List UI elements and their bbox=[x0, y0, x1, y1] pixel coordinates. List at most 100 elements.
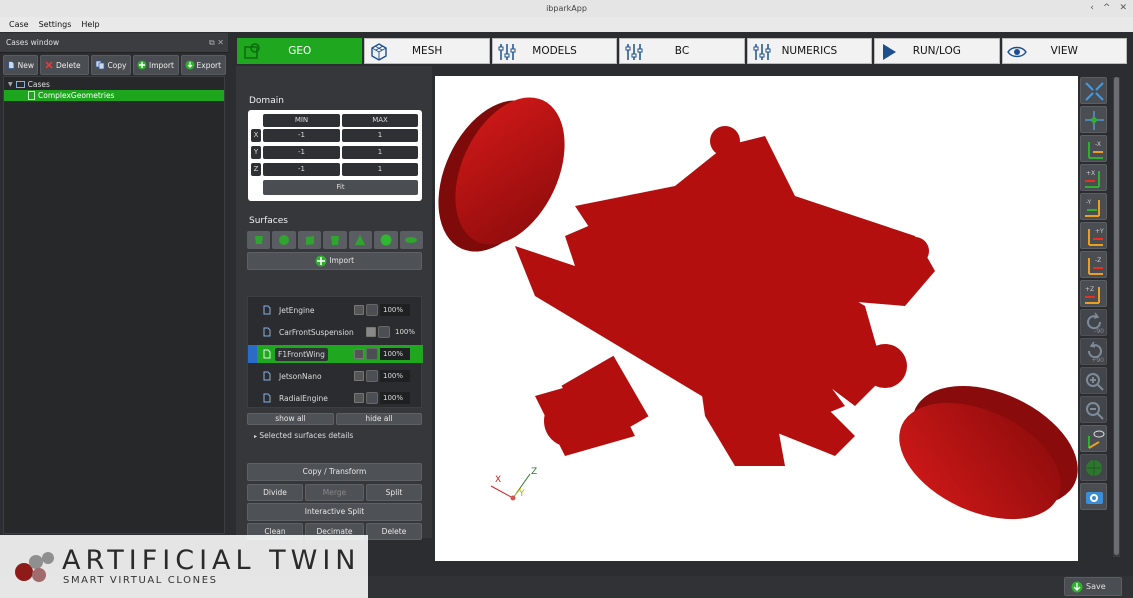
import-case-button[interactable]: Import bbox=[133, 55, 179, 75]
domain-max-x[interactable]: 1 bbox=[342, 129, 418, 142]
visibility-checkbox[interactable] bbox=[354, 393, 364, 403]
tab-view[interactable]: VIEW bbox=[1001, 38, 1127, 64]
selection-marker bbox=[248, 345, 257, 363]
tab-mesh[interactable]: MESH bbox=[364, 38, 490, 64]
menu-bar: Case Settings Help bbox=[0, 17, 1133, 32]
copy-transform-button[interactable]: Copy / Transform bbox=[247, 463, 422, 481]
color-swatch[interactable] bbox=[366, 304, 378, 316]
color-swatch[interactable] bbox=[366, 392, 378, 404]
menu-settings[interactable]: Settings bbox=[39, 17, 72, 32]
color-swatch[interactable] bbox=[378, 326, 390, 338]
opacity-input[interactable]: 100% bbox=[380, 304, 410, 316]
plus-icon bbox=[137, 60, 147, 70]
add-box-button[interactable] bbox=[297, 231, 322, 249]
minimize-button[interactable]: ‹ bbox=[1090, 0, 1094, 17]
view-minus-y-button[interactable]: -Y bbox=[1080, 193, 1107, 220]
split-button[interactable]: Split bbox=[366, 484, 422, 501]
add-disc-button[interactable] bbox=[272, 231, 296, 249]
new-file-icon bbox=[8, 61, 15, 69]
surface-row[interactable]: JetsonNano 100% bbox=[248, 367, 423, 385]
tab-numerics[interactable]: NUMERICS bbox=[746, 38, 873, 64]
zoom-out-button[interactable] bbox=[1080, 396, 1107, 423]
scrollbar-thumb[interactable] bbox=[1114, 77, 1119, 555]
tab-models[interactable]: MODELS bbox=[491, 38, 618, 64]
svg-text:+Z: +Z bbox=[1085, 286, 1094, 293]
axis-view-icon: -Z bbox=[1088, 257, 1103, 275]
domain-title: Domain bbox=[249, 96, 284, 106]
maximize-button[interactable]: ^ bbox=[1103, 0, 1111, 17]
view-plus-z-button[interactable]: +Z bbox=[1080, 280, 1107, 307]
divide-button[interactable]: Divide bbox=[247, 484, 303, 501]
surface-row[interactable]: CarFrontSuspension 100% bbox=[248, 323, 423, 341]
visibility-checkbox[interactable] bbox=[354, 305, 364, 315]
view-plus-y-button[interactable]: +Y bbox=[1080, 222, 1107, 249]
opacity-input[interactable]: 100% bbox=[392, 326, 422, 338]
interactive-split-button[interactable]: Interactive Split bbox=[247, 503, 422, 521]
add-cone-button[interactable] bbox=[348, 231, 373, 249]
merge-button[interactable]: Merge bbox=[305, 484, 364, 501]
screenshot-button[interactable] bbox=[1080, 483, 1107, 510]
zoom-out-icon bbox=[1086, 402, 1104, 420]
view-plus-x-button[interactable]: +X bbox=[1080, 164, 1107, 191]
center-icon bbox=[1085, 111, 1104, 130]
new-case-button[interactable]: New bbox=[3, 55, 38, 75]
save-button[interactable]: Save bbox=[1064, 577, 1122, 596]
center-view-button[interactable] bbox=[1080, 106, 1107, 133]
add-torus-button[interactable] bbox=[399, 231, 423, 249]
tab-geo[interactable]: GEO bbox=[237, 38, 363, 64]
view-minus-x-button[interactable]: -X bbox=[1080, 135, 1107, 162]
zoom-in-button[interactable] bbox=[1080, 367, 1107, 394]
menu-case[interactable]: Case bbox=[9, 17, 29, 32]
tab-run-log[interactable]: RUN/LOG bbox=[874, 38, 1000, 64]
tree-root[interactable]: ▼ Cases bbox=[4, 79, 224, 90]
opacity-input[interactable]: 100% bbox=[380, 348, 410, 360]
delete-case-button[interactable]: Delete bbox=[40, 55, 90, 75]
rotate-minus-90-button[interactable]: -90 bbox=[1080, 309, 1107, 336]
copy-case-button[interactable]: Copy bbox=[91, 55, 132, 75]
fit-all-button[interactable] bbox=[1080, 77, 1107, 104]
domain-max-z[interactable]: 1 bbox=[342, 163, 418, 176]
menu-help[interactable]: Help bbox=[81, 17, 99, 32]
visibility-checkbox[interactable] bbox=[354, 349, 364, 359]
visibility-checkbox[interactable] bbox=[354, 371, 364, 381]
view-minus-z-button[interactable]: -Z bbox=[1080, 251, 1107, 278]
vertical-scrollbar[interactable] bbox=[1113, 77, 1120, 557]
opacity-input[interactable]: 100% bbox=[380, 370, 410, 382]
primitive-buttons bbox=[247, 231, 423, 249]
add-plane-button[interactable] bbox=[247, 231, 271, 249]
title-bar: ibparkApp ‹ ^ ✕ bbox=[0, 0, 1133, 17]
domain-min-y[interactable]: -1 bbox=[263, 146, 340, 159]
expand-arrows-icon bbox=[1085, 82, 1104, 101]
domain-min-z[interactable]: -1 bbox=[263, 163, 340, 176]
domain-min-x[interactable]: -1 bbox=[263, 129, 340, 142]
pick-view-button[interactable] bbox=[1080, 425, 1107, 452]
add-sphere-button[interactable] bbox=[374, 231, 398, 249]
hide-all-button[interactable]: hide all bbox=[336, 413, 422, 425]
selected-surfaces-details-toggle[interactable]: ▸ Selected surfaces details bbox=[254, 431, 353, 440]
visibility-checkbox[interactable] bbox=[366, 327, 376, 337]
sphere-icon bbox=[380, 234, 392, 246]
brand-watermark: ARTIFICIAL TWIN SMART VIRTUAL CLONES bbox=[0, 535, 368, 598]
expand-arrow-icon[interactable]: ▼ bbox=[8, 79, 13, 90]
surface-row[interactable]: RadialEngine 100% bbox=[248, 389, 423, 407]
surface-row-selected[interactable]: F1FrontWing 100% bbox=[248, 345, 423, 363]
import-surface-button[interactable]: Import bbox=[247, 252, 422, 270]
tab-bc[interactable]: BC bbox=[619, 38, 745, 64]
rotate-plus-90-button[interactable]: +90 bbox=[1080, 338, 1107, 365]
color-swatch[interactable] bbox=[366, 370, 378, 382]
globe-button[interactable] bbox=[1080, 454, 1107, 481]
delete-surface-button[interactable]: Delete bbox=[366, 523, 422, 540]
disc-icon bbox=[279, 235, 290, 245]
color-swatch[interactable] bbox=[366, 348, 378, 360]
show-all-button[interactable]: show all bbox=[247, 413, 334, 425]
close-button[interactable]: ✕ bbox=[1119, 0, 1127, 17]
surface-row[interactable]: JetEngine 100% bbox=[248, 301, 423, 319]
domain-max-y[interactable]: 1 bbox=[342, 146, 418, 159]
3d-viewport[interactable]: X Y Z bbox=[435, 76, 1078, 561]
tree-item-complexgeometries[interactable]: ComplexGeometries bbox=[4, 90, 224, 101]
dock-controls[interactable]: ⧉ ✕ bbox=[209, 33, 224, 53]
add-cylinder-button[interactable] bbox=[323, 231, 347, 249]
export-case-button[interactable]: Export bbox=[180, 55, 227, 75]
opacity-input[interactable]: 100% bbox=[380, 392, 410, 404]
fit-button[interactable]: Fit bbox=[263, 180, 418, 195]
